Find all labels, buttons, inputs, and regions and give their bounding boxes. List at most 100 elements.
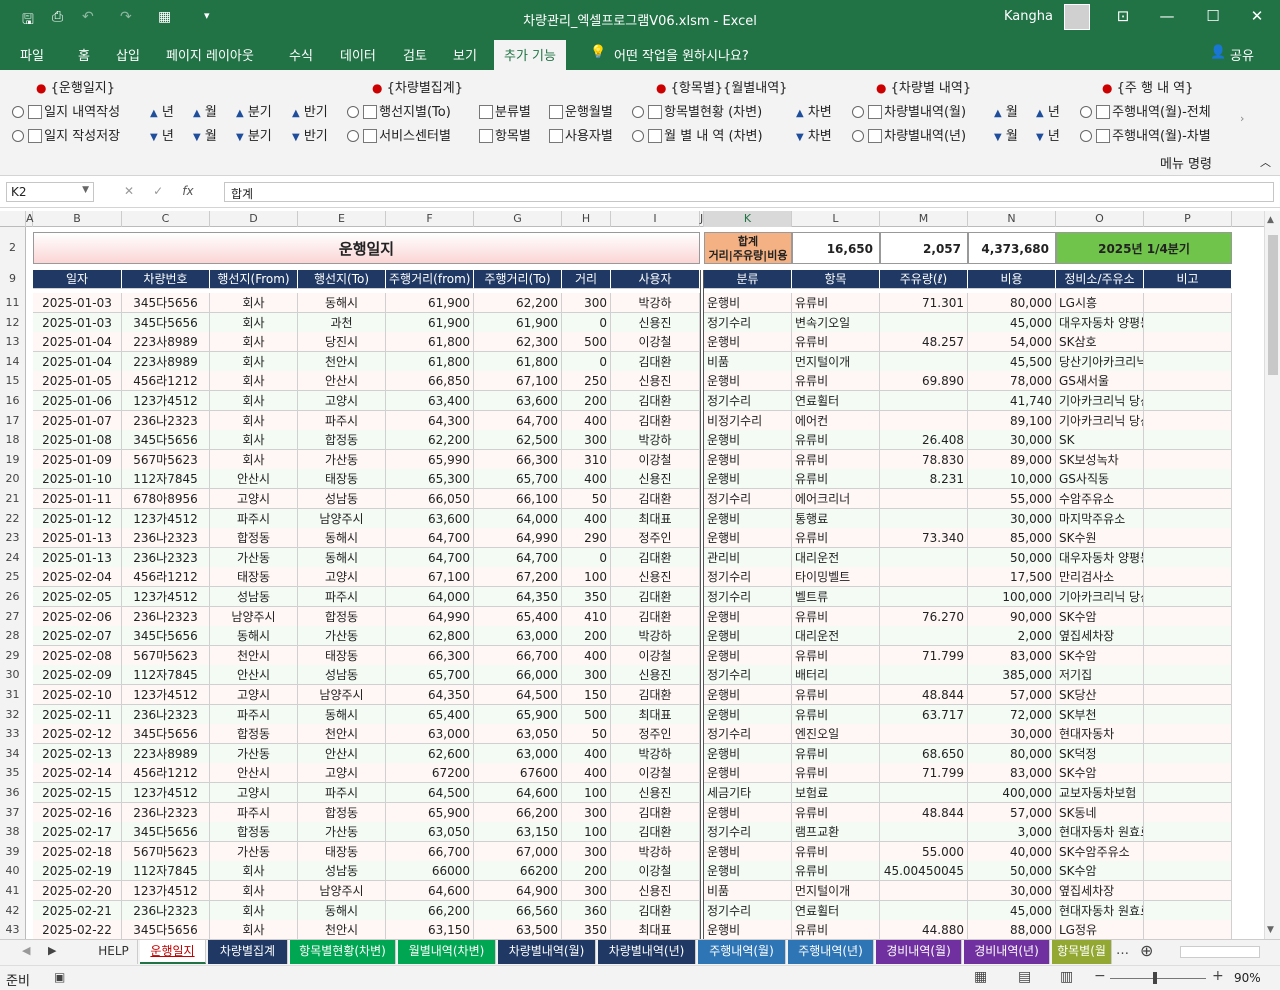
collapse-ribbon-icon[interactable]: ︿ (1260, 154, 1271, 170)
cell-user[interactable]: 박강하 (611, 293, 700, 313)
cell-odometer-from[interactable]: 63,050 (386, 822, 474, 842)
cell-date[interactable]: 2025-01-11 (33, 489, 122, 509)
cell-cost[interactable]: 85,000 (968, 528, 1056, 548)
cell-category[interactable]: 정기수리 (704, 489, 792, 509)
cell-fuel[interactable]: 48.257 (880, 332, 968, 352)
row-number[interactable]: 28 (0, 626, 26, 646)
row-number[interactable]: 38 (0, 822, 26, 842)
cell-user[interactable]: 김대환 (611, 489, 700, 509)
cell-vehicle-no[interactable]: 567마5623 (122, 450, 210, 470)
cell-cost[interactable]: 54,000 (968, 332, 1056, 352)
cell-remark[interactable] (1144, 744, 1232, 764)
btn-vehicle-monthly[interactable]: 차량별내역(월) (852, 101, 966, 120)
row-number[interactable]: 11 (0, 293, 26, 313)
cell-odometer-to[interactable]: 66,700 (474, 646, 562, 666)
cell-to[interactable]: 고양시 (298, 391, 386, 411)
cell-remark[interactable] (1144, 685, 1232, 705)
cell-user[interactable]: 신용진 (611, 783, 700, 803)
cell-odometer-from[interactable]: 66,300 (386, 646, 474, 666)
macro-record-icon[interactable]: ▣ (54, 970, 65, 984)
cell-distance[interactable]: 350 (562, 920, 611, 939)
cell-cost[interactable]: 30,000 (968, 881, 1056, 901)
cell-shop[interactable]: 현대자동차 원효로 (1056, 822, 1144, 842)
cell-vehicle-no[interactable]: 345다5656 (122, 822, 210, 842)
column-header-n[interactable]: N (968, 211, 1056, 227)
cell-cost[interactable]: 50,000 (968, 861, 1056, 881)
cell-distance[interactable]: 500 (562, 705, 611, 725)
cell-category[interactable]: 운행비 (704, 646, 792, 666)
cell-date[interactable]: 2025-01-07 (33, 411, 122, 431)
cell-odometer-from[interactable]: 64,990 (386, 607, 474, 627)
cell-shop[interactable]: 교보자동차보험 (1056, 783, 1144, 803)
cell-odometer-to[interactable]: 63,000 (474, 626, 562, 646)
cell-category[interactable]: 운행비 (704, 763, 792, 783)
row-number[interactable]: 19 (0, 450, 26, 470)
cell-category[interactable]: 정기수리 (704, 665, 792, 685)
cell-odometer-from[interactable]: 65,300 (386, 469, 474, 489)
cell-remark[interactable] (1144, 763, 1232, 783)
cell-date[interactable]: 2025-02-08 (33, 646, 122, 666)
cell-from[interactable]: 남양주시 (210, 607, 298, 627)
cell-from[interactable]: 파주시 (210, 803, 298, 823)
cell-odometer-to[interactable]: 64,350 (474, 587, 562, 607)
cell-item[interactable]: 대리운전 (792, 548, 880, 568)
cell-user[interactable]: 이강철 (611, 450, 700, 470)
cell-vehicle-no[interactable]: 123가4512 (122, 509, 210, 529)
cell-from[interactable]: 파주시 (210, 509, 298, 529)
cell-cost[interactable]: 100,000 (968, 587, 1056, 607)
cell-to[interactable]: 태장동 (298, 469, 386, 489)
cell-to[interactable]: 동해시 (298, 901, 386, 921)
cell-distance[interactable]: 410 (562, 607, 611, 627)
cell-shop[interactable]: SK당산 (1056, 685, 1144, 705)
cell-from[interactable]: 가산동 (210, 548, 298, 568)
cell-item[interactable]: 유류비 (792, 450, 880, 470)
cell-shop[interactable]: 현대자동차 (1056, 724, 1144, 744)
cell-remark[interactable] (1144, 391, 1232, 411)
cell-to[interactable]: 남양주시 (298, 881, 386, 901)
cell-shop[interactable]: SK (1056, 430, 1144, 450)
cell-vehicle-no[interactable]: 123가4512 (122, 391, 210, 411)
btn-drive-all[interactable]: 주행내역(월)-전체 (1080, 101, 1211, 120)
cell-to[interactable]: 합정동 (298, 803, 386, 823)
column-header-h[interactable]: H (562, 211, 611, 227)
cell-category[interactable]: 운행비 (704, 861, 792, 881)
cell-user[interactable]: 김대환 (611, 685, 700, 705)
cell-category[interactable]: 운행비 (704, 371, 792, 391)
cell-category[interactable]: 정기수리 (704, 724, 792, 744)
cell-date[interactable]: 2025-01-13 (33, 528, 122, 548)
cell-user[interactable]: 신용진 (611, 881, 700, 901)
row-number[interactable]: 9 (0, 269, 26, 289)
cell-date[interactable]: 2025-02-12 (33, 724, 122, 744)
cell-date[interactable]: 2025-02-20 (33, 881, 122, 901)
cell-category[interactable]: 비품 (704, 881, 792, 901)
cell-date[interactable]: 2025-02-22 (33, 920, 122, 939)
cell-shop[interactable]: LG시흥 (1056, 293, 1144, 313)
cell-fuel[interactable]: 8.231 (880, 469, 968, 489)
cell-odometer-to[interactable]: 64,700 (474, 548, 562, 568)
cell-user[interactable]: 이강철 (611, 646, 700, 666)
cell-fuel[interactable] (880, 548, 968, 568)
tab-home[interactable]: 홈 (78, 45, 90, 64)
close-icon[interactable]: ✕ (1242, 7, 1272, 25)
cell-odometer-from[interactable]: 64,350 (386, 685, 474, 705)
cell-odometer-from[interactable]: 64,000 (386, 587, 474, 607)
tab-view[interactable]: 보기 (453, 45, 477, 64)
cell-odometer-from[interactable]: 62,600 (386, 744, 474, 764)
cell-from[interactable]: 회사 (210, 430, 298, 450)
cell-item[interactable]: 유류비 (792, 646, 880, 666)
cell-shop[interactable]: GS새서울 (1056, 371, 1144, 391)
cell-from[interactable]: 안산시 (210, 665, 298, 685)
cell-cost[interactable]: 83,000 (968, 646, 1056, 666)
cell-to[interactable]: 남양주시 (298, 685, 386, 705)
cell-shop[interactable]: SK수원 (1056, 528, 1144, 548)
cell-item[interactable]: 연료휠터 (792, 391, 880, 411)
user-name[interactable]: Kangha (1004, 9, 1053, 24)
cell-fuel[interactable]: 71.799 (880, 646, 968, 666)
cell-shop[interactable]: 기아카크리닉 당산점 (1056, 587, 1144, 607)
cell-odometer-to[interactable]: 66200 (474, 861, 562, 881)
cell-vehicle-no[interactable]: 236나2323 (122, 607, 210, 627)
formula-input[interactable]: 합계 (224, 182, 1274, 202)
cell-odometer-from[interactable]: 64,700 (386, 548, 474, 568)
cell-odometer-to[interactable]: 61,900 (474, 313, 562, 333)
btn-month-up[interactable]: ▲ 월 (193, 101, 217, 120)
